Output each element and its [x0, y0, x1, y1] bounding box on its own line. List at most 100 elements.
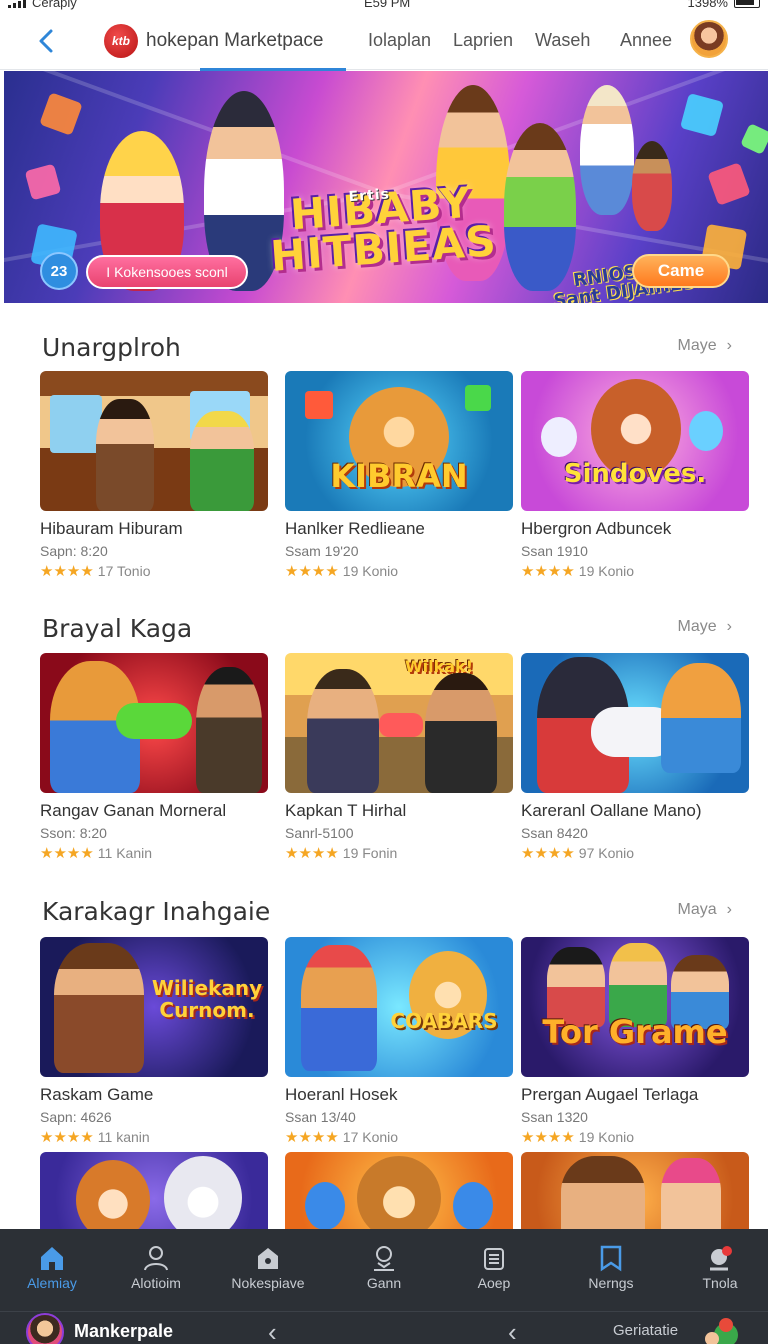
- rating-count: 17 Tonio: [97, 563, 151, 579]
- bottom-tab-home[interactable]: Alemiay: [2, 1241, 102, 1291]
- bottom-nav: Alemiay Alotioim Nokespiave Gann Aoep Ne…: [0, 1229, 768, 1344]
- character: [541, 417, 577, 457]
- home-icon: [41, 1247, 63, 1270]
- star-icon: ★★★★: [521, 845, 575, 862]
- character-adventurer: [580, 85, 634, 215]
- signal-icon: [8, 0, 26, 8]
- game-name: Hoeranl Hosek: [285, 1085, 398, 1104]
- gem: [465, 385, 491, 411]
- game-rating: ★★★★ 19 Konio: [521, 1128, 749, 1146]
- game-sales: Ssan 13/40: [285, 1109, 356, 1125]
- tab-4[interactable]: Annee: [620, 30, 672, 51]
- bottom-tab-6[interactable]: Nerngs: [561, 1241, 661, 1291]
- character-small: [632, 141, 672, 231]
- chevron-left-icon[interactable]: ‹: [268, 1317, 277, 1344]
- character: [96, 399, 154, 511]
- game-card[interactable]: Hibauram Hiburam Sapn: 8:20 ★★★★ 17 Tonio: [40, 371, 268, 580]
- game-card[interactable]: KIBRAN Hanlker Redlieane Ssam 19'20 ★★★★…: [285, 371, 513, 580]
- footer-label: Geriatatie: [613, 1322, 679, 1339]
- thumbnail-title: Wilkak!: [405, 657, 473, 676]
- game-card[interactable]: Wilkak! Kapkan T Hirhal Sanrl-5100 ★★★★ 1…: [285, 653, 513, 862]
- game-rating: ★★★★ 17 Konio: [285, 1128, 513, 1146]
- battery-icon: [734, 0, 760, 8]
- dice-cube: [679, 92, 725, 138]
- character: [307, 669, 379, 793]
- fox-character: [301, 945, 377, 1071]
- tab-label: Alemiay: [27, 1275, 77, 1291]
- thumbnail-title: COABARS: [390, 1009, 498, 1033]
- game-rating: ★★★★ 19 Fonin: [285, 844, 513, 862]
- game-card[interactable]: Wiliekany Curnom. Raskam Game Sapn: 4626…: [40, 937, 268, 1146]
- bear-character: [357, 1156, 441, 1230]
- brand-logo: ktb: [104, 24, 138, 58]
- user-icon: [144, 1246, 168, 1271]
- game-rating: ★★★★ 11 Kanin: [40, 844, 268, 862]
- more-label: Maye: [677, 618, 717, 635]
- bottom-tab-5[interactable]: Aoep: [444, 1241, 544, 1291]
- tab-label: Tnola: [702, 1275, 738, 1291]
- game-name: Hanlker Redlieane: [285, 519, 425, 538]
- game-thumbnail: [40, 653, 268, 793]
- status-bar: Cerapiy E59 PM 1398%: [0, 0, 768, 14]
- chevron-left-icon[interactable]: ‹: [508, 1317, 517, 1344]
- bottom-tab-2[interactable]: Alotioim: [106, 1241, 206, 1291]
- mascot-icon[interactable]: [700, 1313, 744, 1344]
- gem: [305, 391, 333, 419]
- bottom-tab-4[interactable]: Gann: [334, 1241, 434, 1291]
- rating-count: 11 Kanin: [97, 845, 153, 861]
- game-name: Kareranl Oallane Mano): [521, 801, 702, 820]
- game-thumbnail: Tor Grame: [521, 937, 749, 1077]
- game-card[interactable]: [40, 1152, 268, 1230]
- game-sales: Ssan 1320: [521, 1109, 588, 1125]
- section-more-link[interactable]: Maye ›: [678, 337, 732, 355]
- rating-count: 19 Konio: [578, 563, 635, 579]
- star-icon: ★★★★: [40, 563, 94, 580]
- game-thumbnail: [285, 1152, 513, 1230]
- back-button[interactable]: [30, 24, 62, 58]
- game-card[interactable]: Rangav Ganan Morneral Sson: 8:20 ★★★★ 11 …: [40, 653, 268, 862]
- person-icon: [374, 1246, 394, 1271]
- thumbnail-title: Wiliekany Curnom.: [151, 976, 263, 1022]
- balloon: [305, 1182, 345, 1230]
- game-thumbnail: KIBRAN: [285, 371, 513, 511]
- chat-icon: [710, 1246, 732, 1271]
- section-more-link[interactable]: Maye ›: [678, 618, 732, 636]
- tab-1[interactable]: Iolaplan: [368, 30, 431, 51]
- rating-count: 19 Fonin: [342, 845, 398, 861]
- game-thumbnail: Wilkak!: [285, 653, 513, 793]
- top-nav: ktb hokepan Marketpace Iolaplan Laprien …: [0, 14, 768, 71]
- star-icon: ★★★★: [40, 845, 94, 862]
- game-card[interactable]: Kareranl Oallane Mano) Ssan 8420 ★★★★ 97 …: [521, 653, 749, 862]
- section-more-link[interactable]: Maya ›: [678, 901, 732, 919]
- hero-cta-button[interactable]: Came: [632, 254, 730, 288]
- game-card[interactable]: Sindoves. Hbergron Adbuncek Ssan 1910 ★★…: [521, 371, 749, 580]
- game-card[interactable]: [521, 1152, 749, 1230]
- tab-3[interactable]: Waseh: [535, 30, 590, 51]
- bottom-tab-7[interactable]: Tnola: [670, 1241, 768, 1291]
- game-card[interactable]: [285, 1152, 513, 1230]
- fox-character: [661, 663, 741, 773]
- game-card[interactable]: COABARS Hoeranl Hosek Ssan 13/40 ★★★★ 17 …: [285, 937, 513, 1146]
- section-title: Brayal Kaga: [42, 614, 193, 643]
- dice-cube: [39, 92, 83, 136]
- brand[interactable]: ktb hokepan Marketpace: [104, 24, 323, 58]
- game-thumbnail: [521, 1152, 749, 1230]
- character: [689, 411, 723, 451]
- rating-count: 17 Konio: [342, 1129, 399, 1145]
- tab-label: Nokespiave: [231, 1275, 305, 1291]
- tab-label: Nerngs: [588, 1275, 634, 1291]
- profile-avatar[interactable]: [690, 20, 728, 58]
- game-thumbnail: COABARS: [285, 937, 513, 1077]
- app-avatar[interactable]: [26, 1313, 64, 1344]
- game-card[interactable]: Tor Grame Prergan Augael Terlaga Ssan 13…: [521, 937, 749, 1146]
- bottom-tab-3[interactable]: Nokespiave: [218, 1241, 318, 1291]
- tab-2[interactable]: Laprien: [453, 30, 513, 51]
- hero-secondary-button[interactable]: I Kokensooes sconl: [86, 255, 248, 289]
- chevron-left-icon: [39, 29, 53, 53]
- game-sales: Ssan 8420: [521, 825, 588, 841]
- brand-title: hokepan Marketpace: [146, 30, 324, 51]
- tab-label: Alotioim: [131, 1275, 181, 1291]
- game-name: Prergan Augael Terlaga: [521, 1085, 699, 1104]
- tab-label: Gann: [366, 1275, 402, 1291]
- thumbnail-title: Sindoves.: [563, 459, 707, 489]
